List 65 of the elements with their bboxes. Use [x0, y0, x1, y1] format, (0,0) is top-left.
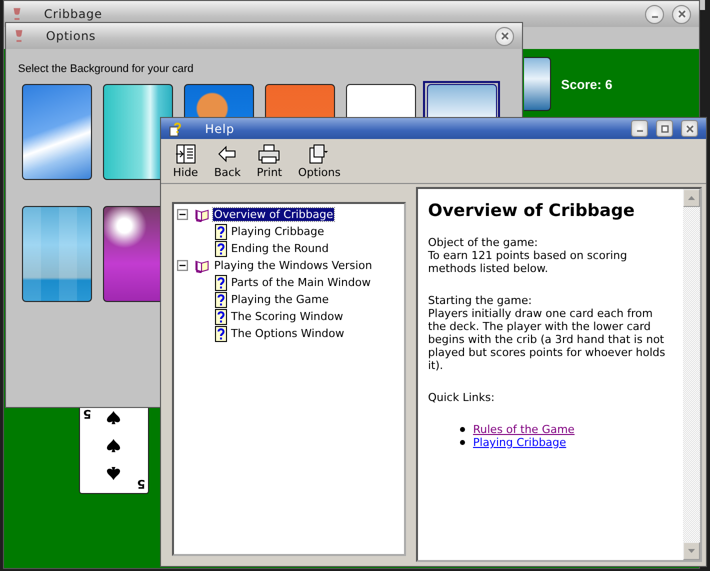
window-title: Cribbage: [44, 7, 102, 21]
bullet-icon: [460, 427, 465, 432]
close-button[interactable]: [495, 26, 514, 46]
bullet-icon: [460, 440, 465, 445]
options-tool-button[interactable]: Options: [292, 143, 347, 179]
expand-toggle[interactable]: [177, 209, 188, 220]
maximize-button[interactable]: [656, 120, 673, 137]
minimize-icon: [636, 130, 642, 132]
score-label: Score: 6: [561, 76, 612, 92]
vertical-scrollbar[interactable]: [683, 189, 700, 560]
section-label: Starting the game:: [428, 294, 533, 307]
close-icon: [676, 9, 686, 19]
hide-pane-icon: [174, 143, 198, 165]
topic-link[interactable]: Playing Cribbage: [473, 436, 566, 449]
spade-icon: [106, 438, 121, 453]
quick-links-label: Quick Links:: [428, 391, 496, 404]
close-icon: [500, 31, 510, 41]
spade-icon: [106, 466, 121, 481]
help-topic-icon: [215, 326, 227, 342]
card-rank: 5: [136, 478, 145, 490]
close-button[interactable]: [672, 4, 691, 24]
section-text: To earn 121 points based on scoring methods listed below.: [428, 249, 628, 275]
back-tool-button[interactable]: Back: [208, 143, 247, 179]
help-topic-icon: [215, 224, 227, 240]
help-topic-icon: [215, 308, 227, 324]
help-topic-icon: [215, 292, 227, 308]
scroll-down-button[interactable]: [683, 542, 700, 560]
topic-link[interactable]: Rules of the Game: [473, 423, 575, 436]
topic-heading: Overview of Cribbage: [428, 205, 636, 218]
wine-glass-icon: [12, 6, 22, 22]
tree-item[interactable]: Overview of Cribbage: [213, 208, 334, 221]
printer-icon: [257, 143, 282, 165]
close-button[interactable]: [681, 120, 698, 137]
minimize-button[interactable]: [631, 120, 648, 137]
spade-icon: [106, 410, 121, 425]
minimize-button[interactable]: [645, 4, 664, 24]
minimize-icon: [652, 16, 658, 18]
book-icon: [195, 208, 210, 222]
tree-item[interactable]: Playing the Game: [230, 293, 330, 306]
help-topic-icon: [215, 240, 227, 256]
window-title: Options: [46, 29, 96, 43]
print-tool-button[interactable]: Print: [250, 143, 288, 179]
section-label: Object of the game:: [428, 236, 539, 249]
card-rank: 5: [83, 408, 92, 420]
help-topic-icon: [215, 274, 227, 290]
wine-glass-icon: [14, 28, 24, 44]
help-book-icon: [169, 120, 183, 136]
window-title: Help: [205, 122, 234, 136]
maximize-icon: [660, 124, 670, 134]
expand-toggle[interactable]: [177, 260, 188, 271]
down-arrow-icon: [687, 548, 696, 554]
section-text: Players initially draw one card each from the deck. The player with the lower card begins with the crib (a 3rd hand that is not played but scores points for whoever holds it).: [428, 307, 666, 372]
tree-item[interactable]: Ending the Round: [230, 242, 330, 255]
tree-item[interactable]: Parts of the Main Window: [230, 276, 372, 289]
book-icon: [195, 258, 210, 272]
hide-tool-button[interactable]: Hide: [167, 143, 204, 179]
up-arrow-icon: [687, 195, 696, 201]
prompt-label: Select the Background for your card: [18, 63, 194, 75]
tree-item[interactable]: Playing the Windows Version: [213, 259, 374, 272]
card-back: [524, 57, 551, 111]
close-icon: [684, 124, 694, 134]
tree-item[interactable]: The Scoring Window: [230, 310, 344, 323]
tree-item[interactable]: The Options Window: [230, 327, 346, 340]
tree-item[interactable]: Playing Cribbage: [230, 225, 326, 238]
scroll-up-button[interactable]: [683, 189, 700, 207]
